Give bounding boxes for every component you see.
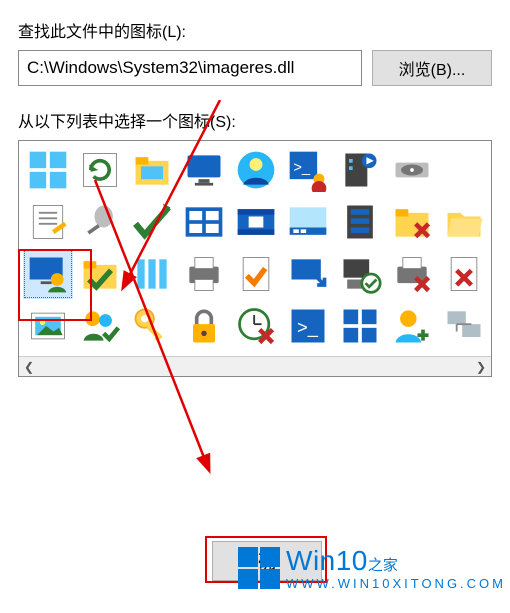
icon-network[interactable] xyxy=(439,301,489,351)
icon-taskbar[interactable] xyxy=(283,197,333,247)
scroll-right-icon[interactable]: ❯ xyxy=(471,357,491,377)
icon-key[interactable] xyxy=(127,301,177,351)
windows-logo-icon xyxy=(238,547,280,589)
watermark-brand: Win10 xyxy=(286,545,368,576)
icon-folder-check[interactable] xyxy=(75,249,125,299)
icon-monitor-user[interactable] xyxy=(23,249,73,299)
select-icon-label: 从以下列表中选择一个图标(S): xyxy=(18,108,492,132)
icon-ps-tile[interactable]: >_ xyxy=(283,301,333,351)
watermark-url: WWW.WIN10XITONG.COM xyxy=(286,577,506,591)
icon-file-check[interactable] xyxy=(231,249,281,299)
icon-blank[interactable] xyxy=(439,145,489,195)
icon-list: >_ >_ ❮ ❯ xyxy=(18,140,492,377)
icon-drive[interactable] xyxy=(387,145,437,195)
icon-filmstrip[interactable] xyxy=(231,197,281,247)
icon-printer[interactable] xyxy=(179,249,229,299)
icon-printer-x[interactable] xyxy=(387,249,437,299)
icon-monitor-arrow[interactable] xyxy=(283,249,333,299)
icon-folder-open[interactable] xyxy=(439,197,489,247)
icon-apps[interactable] xyxy=(23,145,73,195)
icon-server[interactable] xyxy=(335,197,385,247)
watermark: Win10之家 WWW.WIN10XITONG.COM xyxy=(238,546,506,591)
svg-text:>_: >_ xyxy=(293,160,311,176)
svg-text:>_: >_ xyxy=(297,316,319,338)
scroll-left-icon[interactable]: ❮ xyxy=(19,357,39,377)
horizontal-scrollbar[interactable]: ❮ ❯ xyxy=(19,356,491,376)
icon-user-plus[interactable] xyxy=(387,301,437,351)
icon-lock[interactable] xyxy=(179,301,229,351)
icon-folder-explorer[interactable] xyxy=(127,145,177,195)
icon-user-circle[interactable] xyxy=(231,145,281,195)
icon-windows-tile[interactable] xyxy=(179,197,229,247)
icon-clock-x[interactable] xyxy=(231,301,281,351)
icon-pc-check[interactable] xyxy=(335,249,385,299)
icon-library[interactable] xyxy=(127,249,177,299)
icon-file-x[interactable] xyxy=(439,249,489,299)
look-in-label: 查找此文件中的图标(L): xyxy=(18,18,492,42)
browse-button[interactable]: 浏览(B)... xyxy=(372,50,492,86)
icon-display[interactable] xyxy=(179,145,229,195)
icon-notepad[interactable] xyxy=(23,197,73,247)
watermark-sub: 之家 xyxy=(368,557,398,574)
icon-refresh[interactable] xyxy=(75,145,125,195)
icon-path-input[interactable] xyxy=(18,50,362,86)
icon-users-check[interactable] xyxy=(75,301,125,351)
icon-folder-x[interactable] xyxy=(387,197,437,247)
icon-server-media[interactable] xyxy=(335,145,385,195)
icon-pin[interactable] xyxy=(75,197,125,247)
icon-tiles[interactable] xyxy=(335,301,385,351)
icon-ps-user[interactable]: >_ xyxy=(283,145,333,195)
icon-picture[interactable] xyxy=(23,301,73,351)
icon-check-arrow[interactable] xyxy=(127,197,177,247)
